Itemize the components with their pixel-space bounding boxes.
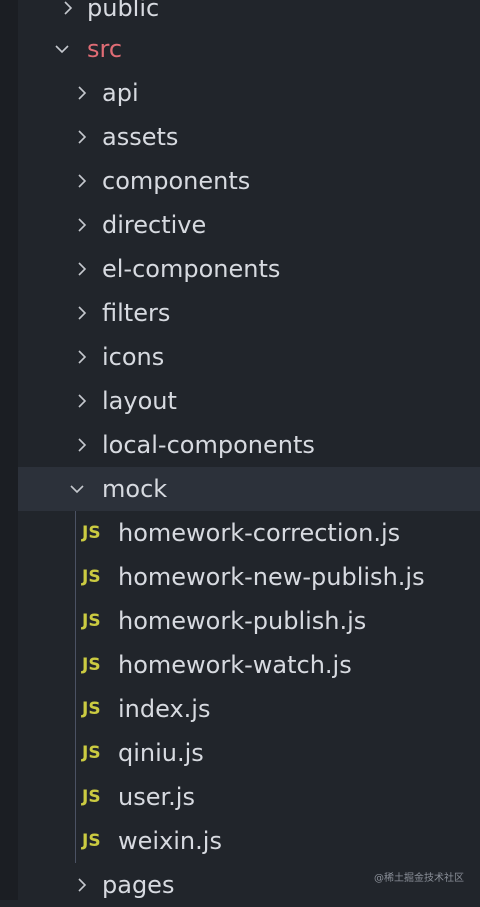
chevron-right-icon [60,0,76,16]
javascript-file-icon: JS [82,742,101,764]
folder-mock[interactable]: mock [18,467,480,511]
file-label: user.js [118,783,195,811]
folder-api[interactable]: api [18,71,480,115]
folder-filters[interactable]: filters [18,291,480,335]
folder-local-components[interactable]: local-components [18,423,480,467]
file-label: homework-new-publish.js [118,563,425,591]
chevron-right-icon [74,305,90,321]
javascript-file-icon: JS [82,610,101,632]
folder-label: icons [102,343,164,371]
chevron-right-icon [74,129,90,145]
folder-label: src [87,35,122,63]
folder-icons[interactable]: icons [18,335,480,379]
left-gutter [0,0,18,900]
chevron-down-icon [54,41,70,57]
file-label: homework-publish.js [118,607,366,635]
folder-el-components[interactable]: el-components [18,247,480,291]
folder-label: assets [102,123,178,151]
folder-label: directive [102,211,206,239]
file-label: index.js [118,695,210,723]
folder-label: components [102,167,250,195]
chevron-right-icon [74,85,90,101]
folder-label: filters [102,299,170,327]
chevron-right-icon [74,349,90,365]
folder-layout[interactable]: layout [18,379,480,423]
file-homework-correction[interactable]: JS homework-correction.js [18,511,480,555]
watermark: @稀土掘金技术社区 [374,869,464,884]
folder-label: pages [102,871,174,899]
chevron-right-icon [74,393,90,409]
folder-public[interactable]: public [18,0,480,30]
javascript-file-icon: JS [82,786,101,808]
chevron-right-icon [74,877,90,893]
chevron-right-icon [74,173,90,189]
javascript-file-icon: JS [82,522,101,544]
file-homework-publish[interactable]: JS homework-publish.js [18,599,480,643]
chevron-right-icon [74,437,90,453]
file-homework-new-publish[interactable]: JS homework-new-publish.js [18,555,480,599]
file-label: homework-watch.js [118,651,352,679]
javascript-file-icon: JS [82,830,101,852]
file-homework-watch[interactable]: JS homework-watch.js [18,643,480,687]
folder-label: layout [102,387,177,415]
folder-assets[interactable]: assets [18,115,480,159]
file-label: qiniu.js [118,739,204,767]
file-explorer-tree: public src api assets components directi… [18,0,480,900]
folder-components[interactable]: components [18,159,480,203]
javascript-file-icon: JS [82,698,101,720]
chevron-right-icon [74,261,90,277]
file-weixin[interactable]: JS weixin.js [18,819,480,863]
javascript-file-icon: JS [82,566,101,588]
file-label: homework-correction.js [118,519,400,547]
chevron-down-icon [69,481,85,497]
folder-label: local-components [102,431,315,459]
file-qiniu[interactable]: JS qiniu.js [18,731,480,775]
folder-label: public [87,0,159,22]
folder-src[interactable]: src [18,27,480,71]
file-label: weixin.js [118,827,222,855]
file-user[interactable]: JS user.js [18,775,480,819]
folder-label: api [102,79,139,107]
file-index[interactable]: JS index.js [18,687,480,731]
folder-label: el-components [102,255,280,283]
folder-directive[interactable]: directive [18,203,480,247]
folder-label: mock [102,475,167,503]
javascript-file-icon: JS [82,654,101,676]
chevron-right-icon [74,217,90,233]
